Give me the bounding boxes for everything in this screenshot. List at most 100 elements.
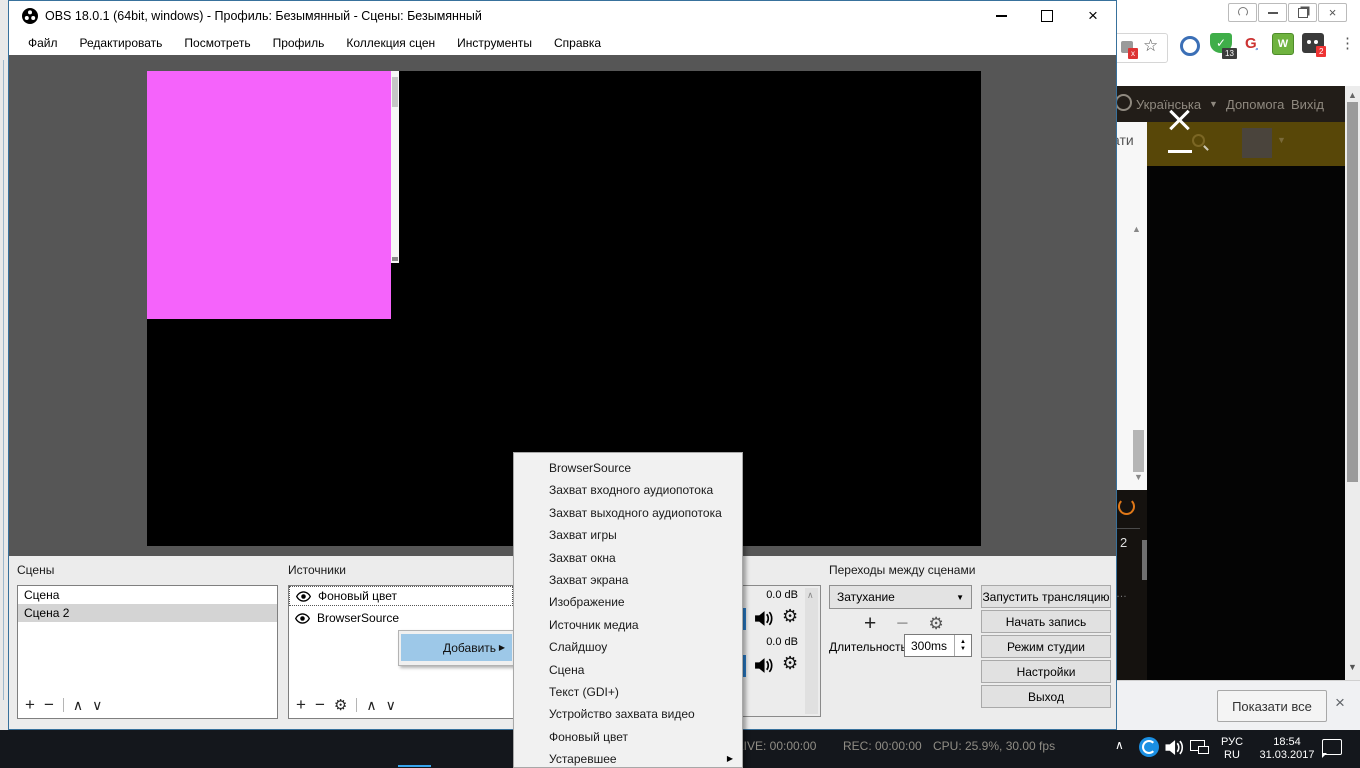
submenu-item[interactable]: Захват выходного аудиопотока <box>514 502 742 524</box>
page-scrollbar[interactable]: ▲ ▼ <box>1345 86 1360 680</box>
mixer-scrollbar[interactable]: ∧ <box>805 588 818 714</box>
submenu-item[interactable]: Захват окна <box>514 547 742 569</box>
scene-row[interactable]: Сцена <box>18 586 277 604</box>
duration-spinner[interactable]: 300ms ▲ ▼ <box>904 634 972 657</box>
submenu-item[interactable]: Захват входного аудиопотока <box>514 479 742 501</box>
submenu-item[interactable]: BrowserSource <box>514 457 742 479</box>
scenes-panel: Сцена Сцена 2 + − ∧ ∨ <box>17 585 278 719</box>
submenu-item[interactable]: Устройство захвата видео <box>514 703 742 725</box>
g-extension-icon[interactable]: Ģ <box>1245 35 1257 52</box>
help-link[interactable]: Допомога <box>1226 97 1284 112</box>
list-scrollbar-thumb[interactable] <box>1133 430 1144 472</box>
tray-app-icon[interactable] <box>1139 737 1159 757</box>
show-all-button[interactable]: Показати все <box>1217 690 1327 722</box>
menu-view[interactable]: Посмотреть <box>173 32 261 54</box>
submenu-item[interactable]: Захват игры <box>514 524 742 546</box>
submenu-item[interactable]: Текст (GDI+) <box>514 681 742 703</box>
avatar-dropdown-icon[interactable]: ▼ <box>1277 135 1286 145</box>
menu-profile[interactable]: Профиль <box>262 32 336 54</box>
add-menu-label: Добавить <box>401 641 496 655</box>
download-bar-close-icon[interactable]: × <box>1335 693 1345 713</box>
star-icon[interactable]: ☆ <box>1143 36 1158 56</box>
color-source-preview[interactable] <box>147 71 391 319</box>
mixer-scroll-up-icon[interactable]: ∧ <box>807 590 814 601</box>
scene-row-selected[interactable]: Сцена 2 <box>18 604 277 622</box>
source-down-icon[interactable]: ∨ <box>386 697 396 714</box>
menu-tools[interactable]: Инструменты <box>446 32 543 54</box>
submenu-item[interactable]: Изображение <box>514 591 742 613</box>
minimize-icon[interactable] <box>978 2 1024 30</box>
mixer-gear-icon[interactable]: ⚙ <box>782 606 798 627</box>
spin-down-icon[interactable]: ▼ <box>960 646 966 653</box>
page-scroll-up-icon[interactable]: ▲ <box>1348 90 1357 100</box>
maximize-icon[interactable] <box>1024 2 1070 30</box>
menu-edit[interactable]: Редактировать <box>69 32 174 54</box>
page-scroll-down-icon[interactable]: ▼ <box>1348 662 1357 672</box>
close-icon[interactable]: × <box>1070 2 1116 30</box>
webmoney-extension-icon[interactable]: W <box>1272 33 1294 55</box>
page-avatar[interactable] <box>1242 128 1272 158</box>
source-row-selected[interactable]: Фоновый цвет <box>289 586 513 606</box>
source-properties-gear-icon[interactable]: ⚙ <box>334 696 347 714</box>
eye-icon <box>296 591 311 602</box>
eye-icon <box>295 613 310 624</box>
submenu-item-deprecated[interactable]: Устаревшее ▶ <box>514 748 742 768</box>
browser-restore-icon[interactable] <box>1288 3 1317 22</box>
remove-transition-icon[interactable]: − <box>896 612 908 636</box>
speaker-icon[interactable] <box>754 657 773 674</box>
site-logo-icon <box>1115 94 1132 111</box>
menu-scene-collection[interactable]: Коллекция сцен <box>335 32 446 54</box>
tray-volume-icon[interactable] <box>1164 739 1184 756</box>
browser-menu-icon[interactable]: ⋮ <box>1340 34 1355 52</box>
add-menu-item[interactable]: Добавить ▶ <box>401 634 512 661</box>
source-row[interactable]: BrowserSource <box>289 608 513 628</box>
menu-help[interactable]: Справка <box>543 32 612 54</box>
menu-file[interactable]: Файл <box>17 32 69 54</box>
speaker-icon[interactable] <box>754 610 773 627</box>
list-scroll-up-icon[interactable]: ▲ <box>1132 224 1141 234</box>
sidebar-scrollbar-thumb[interactable] <box>1142 540 1147 580</box>
tray-language[interactable]: РУС RU <box>1215 736 1249 762</box>
list-scroll-down-icon[interactable]: ▼ <box>1134 472 1143 482</box>
tray-clock[interactable]: 18:54 31.03.2017 <box>1252 736 1322 762</box>
obs-logo-icon <box>22 8 38 24</box>
scene-up-icon[interactable]: ∧ <box>73 697 83 714</box>
settings-button[interactable]: Настройки <box>981 660 1111 683</box>
remove-scene-icon[interactable]: − <box>44 695 54 715</box>
overlay-close-icon[interactable] <box>1166 107 1192 133</box>
sources-toolbar: + − ⚙ ∧ ∨ <box>296 695 396 715</box>
tray-chevron-icon[interactable]: ∧ <box>1115 738 1124 752</box>
overlay-minimize-icon[interactable] <box>1168 150 1192 153</box>
browser-close-icon[interactable]: × <box>1318 3 1347 22</box>
start-streaming-button[interactable]: Запустить трансляцию <box>981 585 1111 608</box>
add-scene-icon[interactable]: + <box>25 695 35 715</box>
studio-mode-button[interactable]: Режим студии <box>981 635 1111 658</box>
start-recording-button[interactable]: Начать запись <box>981 610 1111 633</box>
remove-source-icon[interactable]: − <box>315 695 325 715</box>
logout-link[interactable]: Вихід <box>1291 97 1324 112</box>
transition-gear-icon[interactable]: ⚙ <box>929 614 944 634</box>
source-up-icon[interactable]: ∧ <box>366 697 376 714</box>
add-transition-icon[interactable]: + <box>864 612 876 636</box>
add-source-icon[interactable]: + <box>296 695 306 715</box>
submenu-item[interactable]: Фоновый цвет <box>514 726 742 748</box>
mixer-gear-icon[interactable]: ⚙ <box>782 653 798 674</box>
scene-down-icon[interactable]: ∨ <box>92 697 102 714</box>
transitions-label: Переходы между сценами <box>829 563 975 577</box>
spin-up-icon[interactable]: ▲ <box>960 639 966 646</box>
refresh-icon[interactable] <box>1118 498 1135 515</box>
profile-icon[interactable] <box>1228 3 1257 22</box>
obs-titlebar[interactable]: OBS 18.0.1 (64bit, windows) - Профиль: Б… <box>9 1 1116 31</box>
ie-extension-icon[interactable] <box>1180 36 1200 56</box>
submenu-item[interactable]: Захват экрана <box>514 569 742 591</box>
submenu-item[interactable]: Слайдшоу <box>514 636 742 658</box>
exit-button[interactable]: Выход <box>981 685 1111 708</box>
notification-center-icon[interactable] <box>1322 739 1342 755</box>
submenu-item[interactable]: Источник медиа <box>514 614 742 636</box>
submenu-item[interactable]: Сцена <box>514 659 742 681</box>
tray-network-icon[interactable] <box>1190 740 1210 754</box>
page-scrollbar-thumb[interactable] <box>1347 102 1358 482</box>
transition-select[interactable]: Затухание ▼ <box>829 585 972 609</box>
browser-minimize-icon[interactable] <box>1258 3 1287 22</box>
page-search-icon[interactable] <box>1192 134 1205 147</box>
